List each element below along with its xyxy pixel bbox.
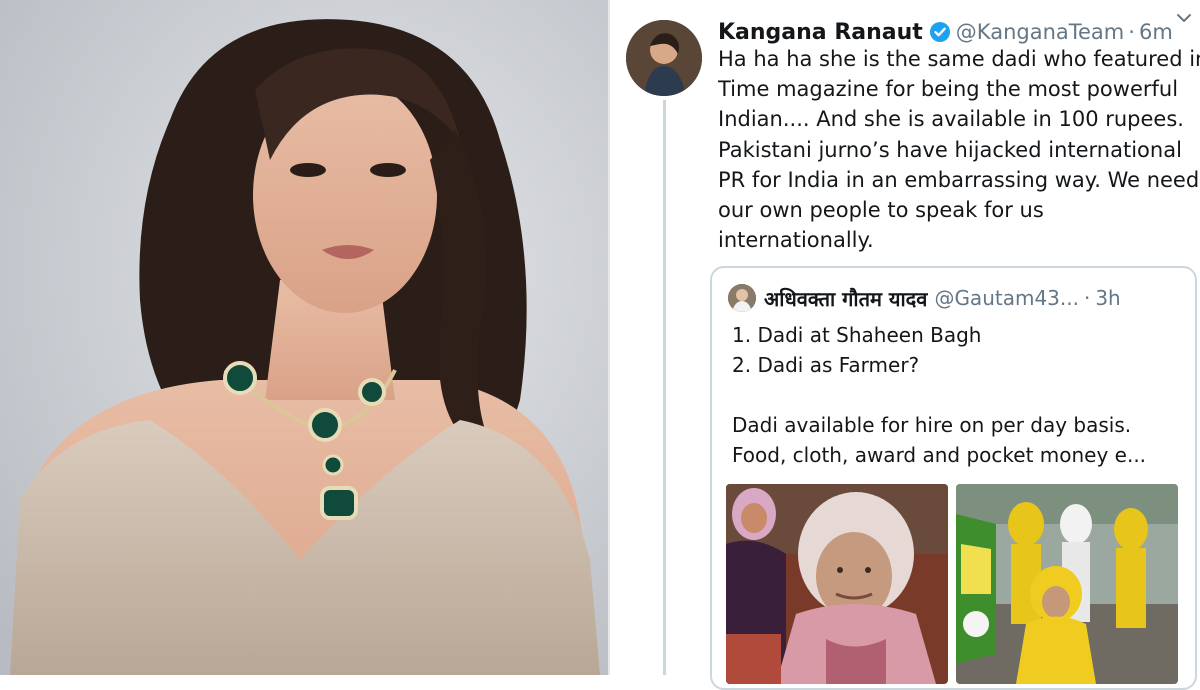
portrait-photo bbox=[0, 0, 608, 675]
quoted-text-line: 1. Dadi at Shaheen Bagh bbox=[732, 323, 982, 347]
tweet-text-line: Ha ha ha she is the same dadi who featur… bbox=[718, 47, 1200, 71]
author-handle[interactable]: @KanganaTeam bbox=[956, 20, 1124, 44]
quoted-tweet-timestamp[interactable]: 3h bbox=[1095, 286, 1120, 310]
tweet-text-line: Indian.... And she is available in 100 r… bbox=[718, 107, 1184, 132]
tweet[interactable]: Kangana Ranaut @KanganaTeam · 6m Ha ha h… bbox=[610, 0, 1200, 690]
quoted-tweet-header: अधिवक्ता गौतम यादव @Gautam43... · 3h bbox=[728, 282, 1178, 314]
separator-dot: · bbox=[1128, 20, 1135, 44]
tweet-text-line: internationally. bbox=[718, 228, 874, 253]
quoted-text-line: Food, cloth, award and pocket money e... bbox=[732, 443, 1147, 467]
chevron-down-icon[interactable] bbox=[1174, 8, 1194, 28]
tweet-text-line: our own people to speak for us bbox=[718, 198, 1044, 223]
quoted-text-line: Dadi available for hire on per day basis… bbox=[732, 413, 1132, 437]
quoted-media bbox=[726, 484, 1178, 684]
quoted-tweet-text: 1. Dadi at Shaheen Bagh 2. Dadi as Farme… bbox=[732, 320, 1187, 470]
avatar[interactable] bbox=[626, 20, 702, 96]
author-name[interactable]: Kangana Ranaut bbox=[718, 20, 923, 45]
tweet-text-line: Time magazine for being the most powerfu… bbox=[718, 77, 1179, 102]
verified-badge-icon bbox=[929, 22, 950, 42]
farmers-protest-photo[interactable] bbox=[956, 484, 1178, 684]
elderly-woman-photo[interactable] bbox=[726, 484, 948, 684]
separator-dot: · bbox=[1083, 286, 1091, 310]
quoted-avatar[interactable] bbox=[728, 284, 756, 312]
quoted-author-handle[interactable]: @Gautam43... bbox=[934, 286, 1079, 310]
tweet-timestamp[interactable]: 6m bbox=[1139, 20, 1173, 44]
quoted-text-line: 2. Dadi as Farmer? bbox=[732, 353, 920, 377]
thread-line bbox=[663, 100, 666, 675]
quoted-tweet-card[interactable]: अधिवक्ता गौतम यादव @Gautam43... · 3h 1. … bbox=[710, 266, 1197, 690]
tweet-text-line: PR for India in an embarrassing way. We … bbox=[718, 167, 1200, 192]
tweet-text-line: Pakistani jurno’s have hijacked internat… bbox=[718, 137, 1182, 162]
quoted-author-name[interactable]: अधिवक्ता गौतम यादव bbox=[764, 285, 927, 312]
quoted-text-blank-line bbox=[732, 380, 1187, 410]
tweet-text: Ha ha ha she is the same dadi who featur… bbox=[718, 44, 1200, 255]
